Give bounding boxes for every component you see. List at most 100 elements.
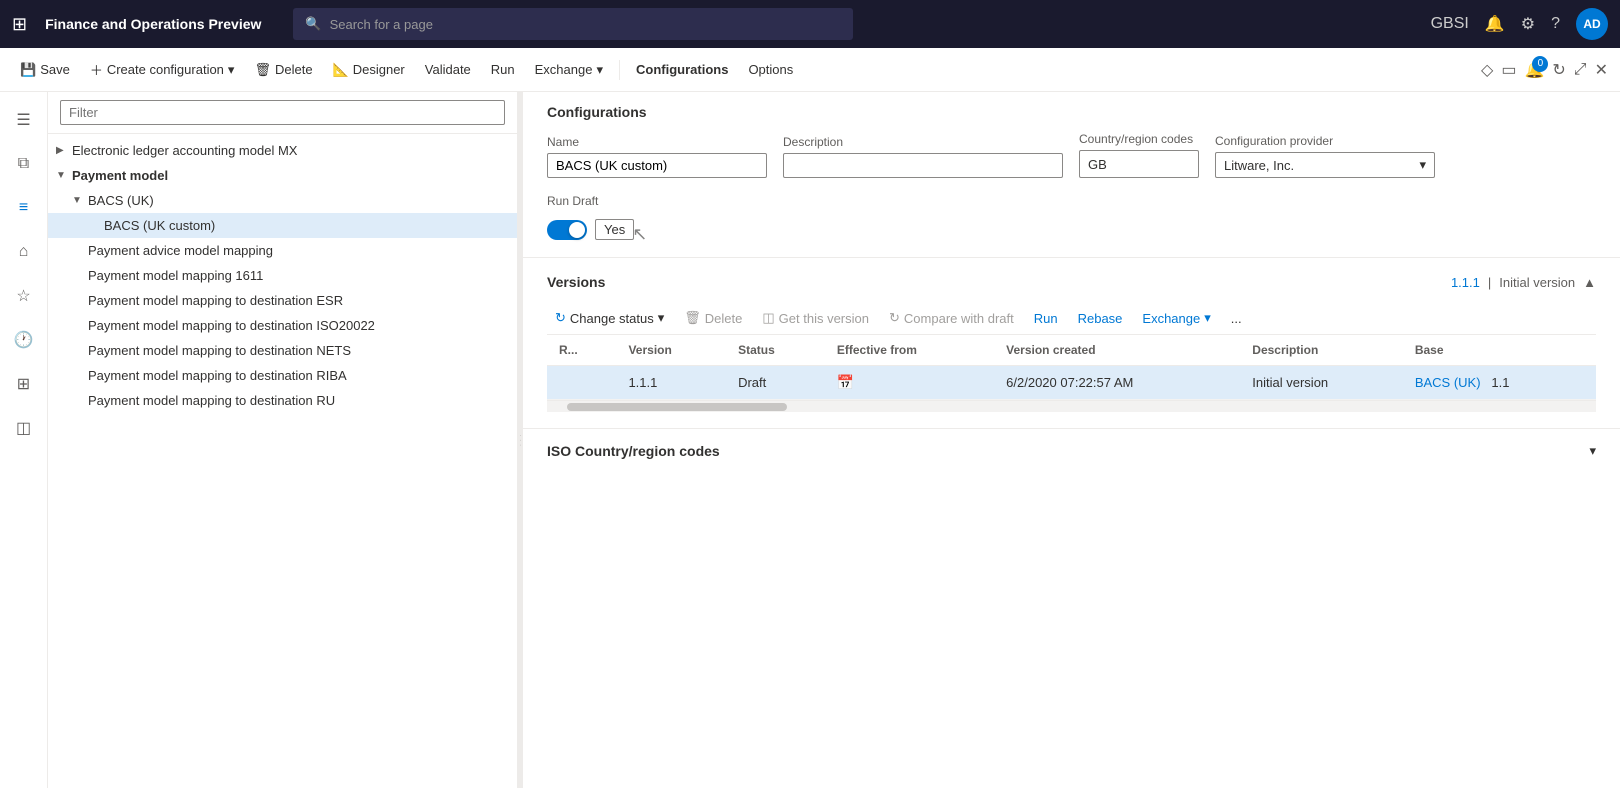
sidebar-home-icon[interactable]: ⌂ — [4, 232, 44, 272]
help-icon[interactable]: ? — [1551, 15, 1560, 33]
configurations-tab[interactable]: Configurations — [628, 58, 736, 81]
tree-item-payment-model[interactable]: ▼ Payment model — [48, 163, 517, 188]
app-grid-icon[interactable]: ⊞ — [12, 14, 27, 35]
tree-item-bacs-uk[interactable]: ▼ BACS (UK) — [48, 188, 517, 213]
country-field: Country/region codes GB — [1079, 132, 1199, 178]
provider-select[interactable]: Litware, Inc. ▾ — [1215, 152, 1435, 178]
run-draft-toggle[interactable] — [547, 220, 587, 240]
run-draft-value: Yes — [595, 219, 634, 240]
col-effective-from: Effective from — [825, 335, 994, 366]
horizontal-scrollbar[interactable] — [547, 400, 1596, 412]
tree-filter-container — [48, 92, 517, 134]
versions-delete-button[interactable]: 🗑 Delete — [676, 306, 750, 330]
country-label: Country/region codes — [1079, 132, 1199, 146]
col-status: Status — [726, 335, 825, 366]
versions-title: Versions — [547, 274, 605, 290]
designer-button[interactable]: 📐 Designer — [325, 58, 413, 82]
run-button[interactable]: Run — [483, 58, 523, 81]
version-separator: | — [1488, 275, 1491, 290]
cell-description: Initial version — [1240, 366, 1403, 400]
tree-item-payment-iso[interactable]: Payment model mapping to destination ISO… — [48, 313, 517, 338]
sidebar-menu-icon[interactable]: ☰ — [4, 100, 44, 140]
main-layout: ☰ ⧉ ≡ ⌂ ☆ 🕐 ⊞ ◫ ▶ Electronic ledger acco… — [0, 92, 1620, 788]
create-configuration-button[interactable]: ＋ Create configuration ▾ — [82, 56, 243, 83]
tree-expander-icon — [72, 370, 88, 381]
toolbar-expand-icon[interactable]: ⤢ — [1574, 61, 1587, 79]
cell-base: BACS (UK) 1.1 — [1403, 366, 1596, 400]
tree-item-bacs-uk-custom[interactable]: BACS (UK custom) — [48, 213, 517, 238]
user-avatar[interactable]: AD — [1576, 8, 1608, 40]
toolbar-close-icon[interactable]: ✕ — [1595, 60, 1608, 80]
change-status-button[interactable]: ↻ Change status ▾ — [547, 306, 672, 330]
delete-button[interactable]: 🗑 Delete — [246, 58, 320, 82]
toolbar-refresh-icon[interactable]: ↻ — [1552, 60, 1565, 80]
tree-expander-icon — [72, 245, 88, 256]
compare-with-draft-button[interactable]: ↻ Compare with draft — [881, 306, 1022, 330]
resize-handle[interactable]: · · · — [518, 92, 523, 788]
create-config-chevron-icon: ▾ — [228, 62, 235, 78]
get-this-version-button[interactable]: ◫ Get this version — [754, 306, 877, 330]
col-version: Version — [616, 335, 726, 366]
main-toolbar: 💾 Save ＋ Create configuration ▾ 🗑 Delete… — [0, 48, 1620, 92]
content-area: Configurations Name Description Country/… — [523, 92, 1620, 788]
save-icon: 💾 — [20, 62, 36, 78]
versions-header: Versions 1.1.1 | Initial version ▲ — [547, 274, 1596, 290]
run-draft-section: Run Draft Yes ↖ — [547, 194, 1596, 257]
content-scroll[interactable]: Versions 1.1.1 | Initial version ▲ ↻ Cha… — [523, 258, 1620, 788]
exchange-chevron-icon: ▾ — [596, 62, 603, 78]
tree-item-payment-advice[interactable]: Payment advice model mapping — [48, 238, 517, 263]
tree-item-payment-1611[interactable]: Payment model mapping 1611 — [48, 263, 517, 288]
versions-run-button[interactable]: Run — [1026, 307, 1066, 330]
description-field: Description — [783, 135, 1063, 178]
col-description: Description — [1240, 335, 1403, 366]
tree-item-electronic-ledger[interactable]: ▶ Electronic ledger accounting model MX — [48, 138, 517, 163]
versions-exchange-button[interactable]: Exchange ▾ — [1134, 306, 1218, 330]
save-button[interactable]: 💾 Save — [12, 58, 78, 82]
versions-exchange-chevron-icon: ▾ — [1204, 310, 1211, 326]
description-input[interactable] — [783, 153, 1063, 178]
global-search[interactable]: 🔍 — [293, 8, 853, 40]
base-link[interactable]: BACS (UK) — [1415, 375, 1481, 390]
settings-icon[interactable]: ⚙ — [1521, 14, 1535, 34]
cursor-indicator: ↖ — [632, 224, 647, 245]
iso-section[interactable]: ISO Country/region codes ▾ — [523, 428, 1620, 473]
tree-expander-icon — [72, 270, 88, 281]
versions-delete-icon: 🗑 — [684, 310, 701, 326]
compare-icon: ↻ — [889, 310, 900, 326]
versions-more-button[interactable]: ... — [1223, 307, 1250, 330]
tree-item-payment-esr[interactable]: Payment model mapping to destination ESR — [48, 288, 517, 313]
top-bar-actions: GBSI 🔔 ⚙ ? AD — [1431, 8, 1608, 40]
col-revert: R... — [547, 335, 616, 366]
sidebar-filter-icon[interactable]: ⧉ — [4, 144, 44, 184]
name-input[interactable] — [547, 153, 767, 178]
tree-item-payment-nets[interactable]: Payment model mapping to destination NET… — [48, 338, 517, 363]
options-tab[interactable]: Options — [740, 58, 801, 81]
validate-button[interactable]: Validate — [417, 58, 479, 81]
sidebar-list-icon[interactable]: ≡ — [4, 188, 44, 228]
notifications-icon[interactable]: 🔔 — [1485, 14, 1505, 34]
sidebar-grid-icon[interactable]: ⊞ — [4, 364, 44, 404]
versions-collapse-icon[interactable]: ▲ — [1583, 275, 1596, 290]
toolbar-badge-icon[interactable]: 🔔 0 — [1524, 60, 1544, 80]
col-base: Base — [1403, 335, 1596, 366]
tree-body: ▶ Electronic ledger accounting model MX … — [48, 134, 517, 788]
tree-item-payment-ru[interactable]: Payment model mapping to destination RU — [48, 388, 517, 413]
tree-expander-icon: ▼ — [56, 170, 72, 181]
tree-filter-input[interactable] — [60, 100, 505, 125]
versions-rebase-button[interactable]: Rebase — [1070, 307, 1131, 330]
run-draft-toggle-container: Yes ↖ — [547, 214, 1596, 245]
iso-collapse-icon[interactable]: ▾ — [1589, 443, 1596, 459]
version-number: 1.1.1 — [1451, 275, 1480, 290]
table-row[interactable]: 1.1.1 Draft 📅 6/2/2020 07:22:57 AM Initi… — [547, 366, 1596, 400]
tree-item-payment-riba[interactable]: Payment model mapping to destination RIB… — [48, 363, 517, 388]
sidebar-favorites-icon[interactable]: ☆ — [4, 276, 44, 316]
exchange-button[interactable]: Exchange ▾ — [527, 58, 611, 82]
sidebar-clock-icon[interactable]: 🕐 — [4, 320, 44, 360]
search-input[interactable] — [330, 17, 842, 32]
toolbar-diamond-icon[interactable]: ◇ — [1481, 60, 1493, 80]
run-draft-label: Run Draft — [547, 194, 1596, 208]
toolbar-panel-icon[interactable]: ▭ — [1501, 60, 1516, 80]
scrollbar-thumb[interactable] — [567, 403, 787, 411]
sidebar-modules-icon[interactable]: ◫ — [4, 408, 44, 448]
calendar-icon[interactable]: 📅 — [837, 374, 854, 390]
